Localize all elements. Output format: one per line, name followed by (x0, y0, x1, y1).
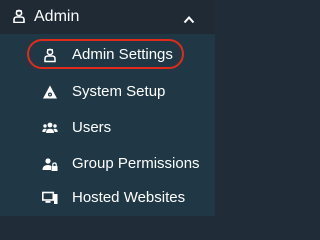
menu-item-admin-settings[interactable]: Admin Settings (0, 38, 215, 71)
menu-item-group-permissions[interactable]: Group Permissions (0, 147, 215, 180)
users-icon (42, 120, 58, 136)
menu-item-label: Group Permissions (72, 155, 200, 172)
admin-submenu: Admin Settings System Setup Users Group … (0, 34, 215, 216)
menu-item-system-setup[interactable]: System Setup (0, 75, 215, 108)
system-setup-icon (42, 84, 58, 100)
menu-item-label: Hosted Websites (72, 189, 186, 206)
menu-item-label: Admin Settings (72, 46, 173, 63)
admin-section-title: Admin (34, 8, 80, 25)
admin-menu-panel: Admin Admin Settings System Setup Users … (0, 0, 215, 216)
admin-person-icon (42, 47, 58, 63)
group-lock-icon (42, 156, 58, 172)
menu-item-label: Users (72, 119, 112, 136)
menu-item-users[interactable]: Users (0, 111, 215, 144)
menu-item-label: System Setup (72, 83, 166, 100)
hosted-websites-icon (42, 190, 58, 206)
chevron-up-icon[interactable] (183, 11, 195, 24)
admin-section-header[interactable]: Admin (0, 0, 215, 34)
admin-person-icon (13, 9, 25, 24)
menu-item-hosted-websites[interactable]: Hosted Websites (0, 181, 215, 214)
